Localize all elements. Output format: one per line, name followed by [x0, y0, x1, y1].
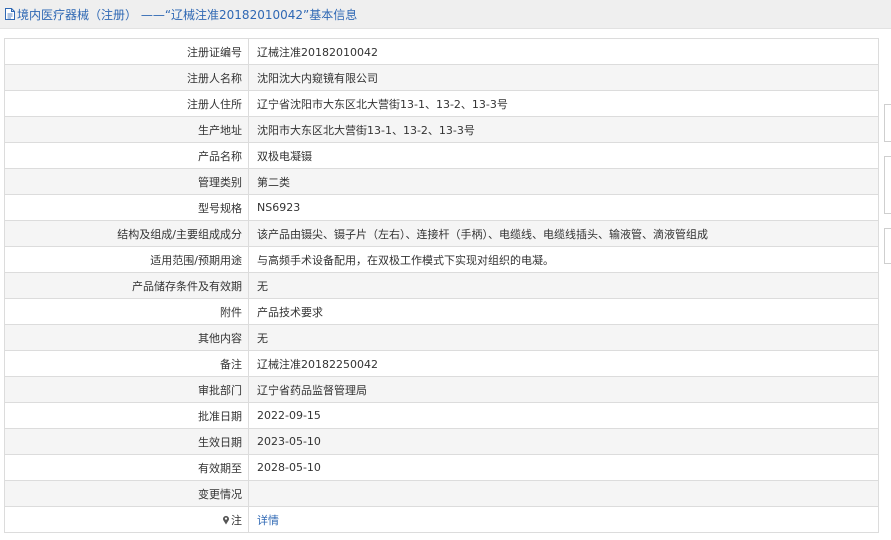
info-table-container: 注册证编号 辽械注准20182010042 注册人名称 沈阳沈大内窥镜有限公司 注册人住…	[4, 38, 879, 533]
row-value: 辽宁省药品监督管理局	[248, 376, 879, 403]
page: 境内医疗器械（注册） ——“辽械注准20182010042”基本信息 注册证编号…	[0, 0, 891, 540]
row-label: 生效日期	[4, 428, 249, 455]
row-value: 该产品由镊尖、镊子片（左右）、连接杆（手柄）、电缆线、电缆线插头、输液管、滴液管…	[248, 220, 879, 247]
row-value: 2028-05-10	[248, 454, 879, 481]
row-label: 注册证编号	[4, 38, 249, 65]
table-row: 其他内容无	[4, 324, 879, 351]
row-value: 第二类	[248, 168, 879, 195]
row-label: 其他内容	[4, 324, 249, 351]
table-row: 结构及组成/主要组成成分 该产品由镊尖、镊子片（左右）、连接杆（手柄）、电缆线、电…	[4, 220, 879, 247]
table-row: 有效期至 2028-05-10	[4, 454, 879, 481]
table-row: 批准日期 2022-09-15	[4, 402, 879, 429]
row-value: 产品技术要求	[248, 298, 879, 325]
row-label: 适用范围/预期用途	[4, 246, 249, 273]
table-row: 注册人名称 沈阳沈大内窥镜有限公司	[4, 64, 879, 91]
row-value: 辽宁省沈阳市大东区北大营街13-1、13-2、13-3号	[248, 90, 879, 117]
table-row: 管理类别 第二类	[4, 168, 879, 195]
table-row: 注册证编号 辽械注准20182010042	[4, 38, 879, 65]
page-title: 境内医疗器械（注册） ——“辽械注准20182010042”基本信息	[17, 7, 358, 22]
row-label: 批准日期	[4, 402, 249, 429]
row-label: 管理类别	[4, 168, 249, 195]
row-value: 2023-05-10	[248, 428, 879, 455]
row-value: 无	[248, 272, 879, 299]
table-row: 审批部门 辽宁省药品监督管理局	[4, 376, 879, 403]
row-label: 生产地址	[4, 116, 249, 143]
side-tab-edge[interactable]	[884, 156, 891, 214]
row-label: 型号规格	[4, 194, 249, 221]
row-value: 无	[248, 324, 879, 351]
row-label: 注	[4, 506, 249, 533]
row-label: 审批部门	[4, 376, 249, 403]
row-value: 沈阳市大东区北大营街13-1、13-2、13-3号	[248, 116, 879, 143]
table-row: 变更情况	[4, 480, 879, 507]
side-tab-edge[interactable]	[884, 104, 891, 142]
row-label: 产品名称	[4, 142, 249, 169]
side-tab-edge[interactable]	[884, 228, 891, 264]
row-value: 辽械注准20182250042	[248, 350, 879, 377]
table-row: 产品储存条件及有效期无	[4, 272, 879, 299]
row-value: 辽械注准20182010042	[248, 38, 879, 65]
info-table: 注册证编号 辽械注准20182010042 注册人名称 沈阳沈大内窥镜有限公司 注册人住…	[4, 38, 879, 533]
row-value: 详情	[248, 506, 879, 533]
table-row-note: 注 详情	[4, 506, 879, 533]
row-value: 双极电凝镊	[248, 142, 879, 169]
row-value: 与高频手术设备配用，在双极工作模式下实现对组织的电凝。	[248, 246, 879, 273]
row-value: 沈阳沈大内窥镜有限公司	[248, 64, 879, 91]
row-label: 注册人名称	[4, 64, 249, 91]
table-row: 备注 辽械注准20182250042	[4, 350, 879, 377]
row-value: NS6923	[248, 194, 879, 221]
row-label: 备注	[4, 350, 249, 377]
table-row: 适用范围/预期用途 与高频手术设备配用，在双极工作模式下实现对组织的电凝。	[4, 246, 879, 273]
row-label: 注册人住所	[4, 90, 249, 117]
table-row: 附件 产品技术要求	[4, 298, 879, 325]
table-row: 生产地址 沈阳市大东区北大营街13-1、13-2、13-3号	[4, 116, 879, 143]
row-value	[248, 480, 879, 507]
table-row: 注册人住所 辽宁省沈阳市大东区北大营街13-1、13-2、13-3号	[4, 90, 879, 117]
row-value: 2022-09-15	[248, 402, 879, 429]
row-label: 变更情况	[4, 480, 249, 507]
table-row: 生效日期 2023-05-10	[4, 428, 879, 455]
row-label: 附件	[4, 298, 249, 325]
row-label: 结构及组成/主要组成成分	[4, 220, 249, 247]
detail-link[interactable]: 详情	[257, 514, 279, 527]
table-row: 型号规格 NS6923	[4, 194, 879, 221]
pin-icon	[222, 515, 230, 525]
row-label: 有效期至	[4, 454, 249, 481]
document-icon	[4, 7, 16, 21]
table-row: 产品名称 双极电凝镊	[4, 142, 879, 169]
title-bar: 境内医疗器械（注册） ——“辽械注准20182010042”基本信息	[0, 0, 891, 29]
note-label: 注	[231, 513, 242, 527]
row-label: 产品储存条件及有效期	[4, 272, 249, 299]
